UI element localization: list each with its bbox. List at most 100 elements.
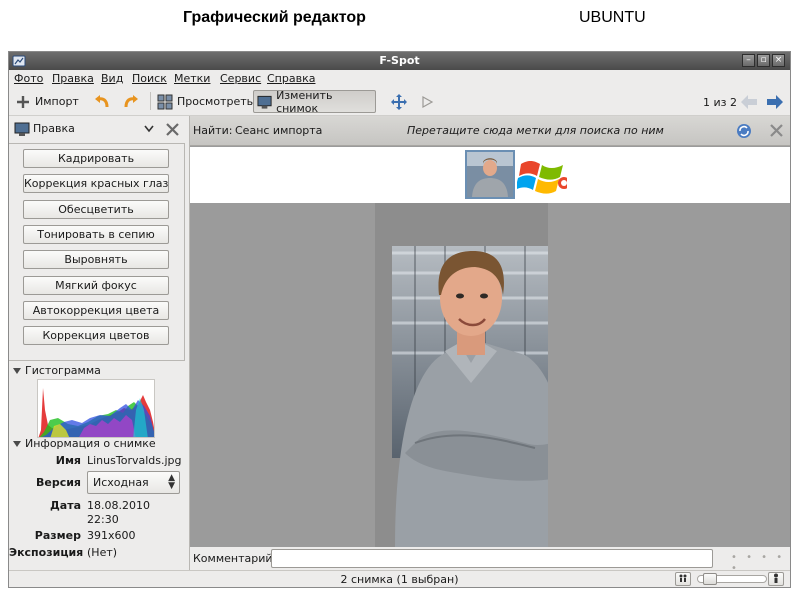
histogram-section-toggle[interactable]: Гистограмма [13, 364, 101, 377]
straighten-button[interactable]: Выровнять [23, 250, 169, 269]
fullscreen-icon [391, 93, 407, 110]
refresh-icon[interactable] [736, 123, 752, 139]
find-bar: Найти: Сеанс импорта Перетащите сюда мет… [190, 116, 790, 146]
auto-color-button[interactable]: Автокоррекция цвета [23, 301, 169, 320]
menu-tools[interactable]: Сервис [220, 72, 261, 85]
histogram-title: Гистограмма [25, 364, 101, 377]
people-small-icon [679, 574, 687, 582]
previous-photo-button[interactable] [737, 90, 761, 113]
slide-subtitle: UBUNTU [579, 9, 646, 26]
menu-find[interactable]: Поиск [132, 72, 167, 85]
close-sidebar-icon[interactable] [166, 123, 179, 136]
menu-bar: Фото Правка Вид Поиск Метки Сервис Справ… [9, 70, 790, 88]
rotate-left-icon [95, 94, 109, 107]
edit-tools-panel: Кадрировать Коррекция красных глаз Обесц… [9, 143, 185, 361]
portrait-photo-image [375, 203, 548, 547]
date-value: 18.08.2010 [87, 499, 150, 512]
name-label: Имя [55, 454, 81, 467]
toolbar: Импорт Просмотреть Изменить снимок 1 из … [9, 88, 790, 116]
soft-focus-button[interactable]: Мягкий фокус [23, 276, 169, 295]
histogram [37, 379, 155, 438]
slide-title: Графический редактор [183, 9, 366, 26]
close-window-button[interactable]: × [772, 54, 785, 67]
import-button[interactable]: Импорт [12, 90, 82, 113]
sepia-button[interactable]: Тонировать в сепию [23, 225, 169, 244]
menu-tags[interactable]: Метки [174, 72, 210, 85]
browse-button[interactable]: Просмотреть [154, 90, 256, 113]
find-label: Найти: [193, 124, 233, 137]
redeye-button[interactable]: Коррекция красных глаз [23, 174, 169, 193]
sidebar: Правка Кадрировать Коррекция красных гла… [9, 116, 188, 572]
browse-label: Просмотреть [177, 95, 254, 108]
title-bar: F-Spot – ▫ × [9, 52, 790, 70]
fspot-window: F-Spot – ▫ × Фото Правка Вид Поиск Метки… [8, 51, 791, 588]
menu-photo[interactable]: Фото [14, 72, 43, 85]
thumbnail-photo-1[interactable] [465, 150, 515, 199]
browse-grid-icon [157, 94, 173, 109]
rotate-left-button[interactable] [90, 90, 114, 113]
rotate-right-button[interactable] [119, 90, 143, 113]
import-session-tag[interactable]: Сеанс импорта [235, 124, 322, 137]
zoom-slider-handle[interactable] [703, 573, 717, 585]
status-text: 2 снимка (1 выбран) [340, 573, 459, 586]
size-value: 391x600 [87, 529, 136, 542]
name-value: LinusTorvalds.jpg [87, 454, 182, 467]
person-large-icon [774, 573, 778, 583]
version-select[interactable]: Исходная ▲ ▼ [87, 471, 180, 494]
thumbnail-portrait-image [467, 152, 513, 197]
version-label: Версия [35, 476, 81, 489]
photo-display-area [190, 203, 790, 547]
photo-view: Найти: Сеанс импорта Перетащите сюда мет… [189, 116, 790, 574]
desaturate-button[interactable]: Обесцветить [23, 200, 169, 219]
time-value: 22:30 [87, 513, 119, 526]
photo-info-section-toggle[interactable]: Информация о снимке [13, 437, 156, 450]
photo-info-title: Информация о снимке [25, 437, 156, 450]
histogram-graphic [38, 388, 154, 437]
chevron-down-icon [144, 125, 154, 133]
thumbnail-windows-logo-image [517, 150, 567, 199]
version-value: Исходная [93, 476, 149, 489]
plus-icon [17, 95, 29, 108]
edit-photo-icon [14, 122, 30, 136]
minimize-button[interactable]: – [742, 54, 755, 67]
slideshow-button[interactable] [417, 90, 437, 113]
thumbnail-photo-2[interactable] [517, 150, 567, 199]
edit-photo-icon [257, 95, 272, 109]
window-title: F-Spot [379, 54, 420, 67]
toolbar-separator [150, 92, 151, 110]
status-bar: 2 снимка (1 выбран) [9, 570, 790, 587]
close-find-icon[interactable] [770, 124, 783, 137]
color-adjust-button[interactable]: Коррекция цветов [23, 326, 169, 345]
size-label: Размер [34, 529, 81, 542]
arrow-left-icon [741, 94, 757, 109]
zoom-slider[interactable] [697, 573, 767, 585]
date-label: Дата [49, 499, 81, 512]
crop-button[interactable]: Кадрировать [23, 149, 169, 168]
find-hint: Перетащите сюда метки для поиска по ним [407, 124, 664, 137]
rotate-right-icon [124, 94, 138, 107]
fullscreen-button[interactable] [387, 90, 411, 113]
zoom-out-button[interactable] [675, 572, 691, 586]
menu-view[interactable]: Вид [101, 72, 123, 85]
sidebar-mode-selector[interactable]: Правка [11, 118, 186, 140]
photo-counter: 1 из 2 [703, 96, 737, 109]
comment-bar: Комментарий: • • • • • [190, 547, 790, 574]
comment-input[interactable] [271, 549, 713, 568]
comment-label: Комментарий: [193, 552, 277, 565]
edit-photo-label: Изменить снимок [276, 88, 333, 115]
exposure-label: Экспозиция [9, 546, 84, 559]
edit-photo-button[interactable]: Изменить снимок [253, 88, 376, 115]
menu-help[interactable]: Справка [267, 72, 315, 85]
spin-arrows-icon: ▲ ▼ [168, 473, 175, 491]
exposure-value: (Нет) [87, 546, 118, 559]
zoom-in-button[interactable] [768, 572, 784, 586]
sidebar-mode-label: Правка [33, 122, 75, 135]
expander-icon [13, 440, 21, 447]
filmstrip [190, 147, 790, 203]
next-photo-button[interactable] [763, 90, 787, 113]
menu-edit[interactable]: Правка [52, 72, 94, 85]
maximize-button[interactable]: ▫ [757, 54, 770, 67]
arrow-right-icon [767, 94, 783, 109]
import-label: Импорт [35, 95, 79, 108]
play-icon [422, 95, 434, 108]
